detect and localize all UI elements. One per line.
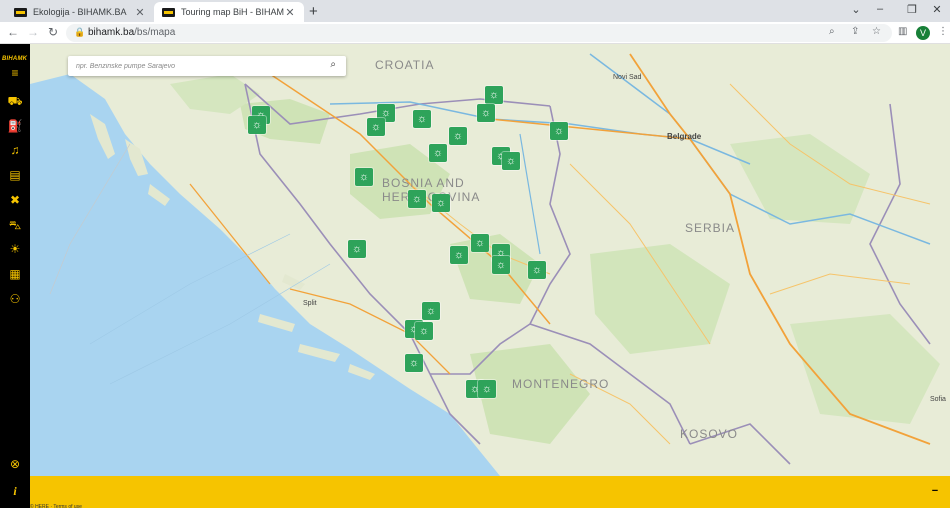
lock-icon[interactable]: 🔒 <box>74 27 85 38</box>
people-icon[interactable]: ⚇ <box>7 292 23 306</box>
station-marker[interactable] <box>485 86 503 104</box>
new-tab-icon[interactable]: + <box>309 3 318 20</box>
country-label-serbia: SERBIA <box>685 221 736 235</box>
station-marker[interactable] <box>422 302 440 320</box>
city-label-sofia: Sofia <box>930 396 946 403</box>
footer-bar <box>30 476 950 508</box>
close-icon[interactable]: ✕ <box>134 6 146 19</box>
station-marker[interactable] <box>367 118 385 136</box>
station-marker[interactable] <box>248 116 266 134</box>
map-canvas[interactable]: CROATIA BOSNIA AND HERZEGOVINA SERBIA MO… <box>30 44 950 476</box>
url-domain: bihamk.ba <box>88 27 135 38</box>
country-label-kosovo: KOSOVO <box>680 427 739 441</box>
profile-avatar[interactable]: V <box>916 26 930 40</box>
vehicle-icon[interactable]: ⛍ <box>7 218 23 232</box>
tools-icon[interactable]: ✖ <box>7 193 23 207</box>
map-attribution[interactable]: © HERE · Terms of use <box>30 504 82 510</box>
city-label-belgrade: Belgrade <box>667 132 702 141</box>
city-label-split: Split <box>303 300 317 307</box>
station-marker[interactable] <box>471 234 489 252</box>
station-marker[interactable] <box>408 190 426 208</box>
info-icon[interactable]: i <box>7 484 23 498</box>
page-content: BIHAMK ≡ ⛟ ⛽ ♫ ▤ ✖ ⛍ ☀ ▦ ⚇ ⊗ i CROATIA B… <box>0 44 950 510</box>
city-label-novi-sad: Novi Sad <box>613 74 642 81</box>
station-marker[interactable] <box>348 240 366 258</box>
menu-icon[interactable]: ≡ <box>7 66 23 80</box>
station-marker[interactable] <box>492 256 510 274</box>
browser-toolbar: ← → ↻ 🔒 bihamk.ba/bs/mapa ⌕ ⇪ ☆ ▥ ⋮ <box>0 22 950 44</box>
station-marker[interactable] <box>550 122 568 140</box>
more-menu-icon[interactable]: ⋮ <box>938 26 948 37</box>
station-marker[interactable] <box>502 152 520 170</box>
station-marker[interactable] <box>413 110 431 128</box>
close-window-icon[interactable]: ✕ <box>930 3 944 16</box>
search-icon[interactable]: ⌕ <box>330 59 336 70</box>
country-label-croatia: CROATIA <box>375 58 435 72</box>
tab-touring-map[interactable]: Touring map BiH - BIHAMK.BA ✕ <box>154 2 304 22</box>
close-icon[interactable]: ✕ <box>284 6 296 19</box>
station-marker[interactable] <box>478 380 496 398</box>
back-icon[interactable]: ← <box>6 25 20 39</box>
country-label-bosnia: BOSNIA AND <box>382 176 465 190</box>
search-input[interactable] <box>76 60 316 72</box>
tab-strip: Ekologija - BIHAMK.BA ✕ Touring map BiH … <box>0 0 950 22</box>
settings-icon[interactable]: ⊗ <box>7 457 23 471</box>
zoom-out-button[interactable]: − <box>928 484 942 498</box>
station-marker[interactable] <box>477 104 495 122</box>
restore-icon[interactable]: ❐ <box>905 3 919 16</box>
station-marker[interactable] <box>429 144 447 162</box>
url-text: bihamk.ba/bs/mapa <box>88 27 175 38</box>
share-icon[interactable]: ⇪ <box>851 26 859 37</box>
zoom-search-icon[interactable]: ⌕ <box>829 26 835 37</box>
station-marker[interactable] <box>415 322 433 340</box>
tab-label: Ekologija - BIHAMK.BA <box>33 7 127 17</box>
station-marker[interactable] <box>405 354 423 372</box>
tab-ekologija[interactable]: Ekologija - BIHAMK.BA ✕ <box>6 2 154 22</box>
station-marker[interactable] <box>450 246 468 264</box>
chevron-down-icon[interactable]: ⌄ <box>849 3 863 16</box>
forward-icon[interactable]: → <box>26 25 40 39</box>
station-marker[interactable] <box>432 194 450 212</box>
minimize-icon[interactable]: – <box>873 3 887 15</box>
bihamk-favicon-icon <box>162 7 175 17</box>
browser-window: Ekologija - BIHAMK.BA ✕ Touring map BiH … <box>0 0 950 510</box>
weather-icon[interactable]: ☀ <box>7 242 23 256</box>
sidebar: BIHAMK ≡ ⛟ ⛽ ♫ ▤ ✖ ⛍ ☀ ▦ ⚇ ⊗ i <box>0 44 30 508</box>
station-marker[interactable] <box>528 261 546 279</box>
side-panel-icon[interactable]: ▥ <box>898 26 907 37</box>
map-search-box: ⌕ <box>68 56 346 76</box>
station-marker[interactable] <box>449 127 467 145</box>
document-icon[interactable]: ▤ <box>7 168 23 182</box>
country-label-montenegro: MONTENEGRO <box>512 377 610 391</box>
address-bar[interactable]: 🔒 bihamk.ba/bs/mapa ⌕ ⇪ ☆ <box>66 24 892 42</box>
station-marker[interactable] <box>355 168 373 186</box>
brand-logo[interactable]: BIHAMK <box>2 56 27 62</box>
url-path: /bs/mapa <box>134 27 176 38</box>
music-icon[interactable]: ♫ <box>7 143 23 157</box>
reload-icon[interactable]: ↻ <box>46 25 60 39</box>
file-icon[interactable]: ▦ <box>7 267 23 281</box>
bookmark-star-icon[interactable]: ☆ <box>872 26 881 37</box>
tab-label: Touring map BiH - BIHAMK.BA <box>181 7 284 17</box>
fuel-station-icon[interactable]: ⛽ <box>7 119 23 133</box>
bihamk-favicon-icon <box>14 7 27 17</box>
road-assistance-icon[interactable]: ⛟ <box>7 94 23 108</box>
